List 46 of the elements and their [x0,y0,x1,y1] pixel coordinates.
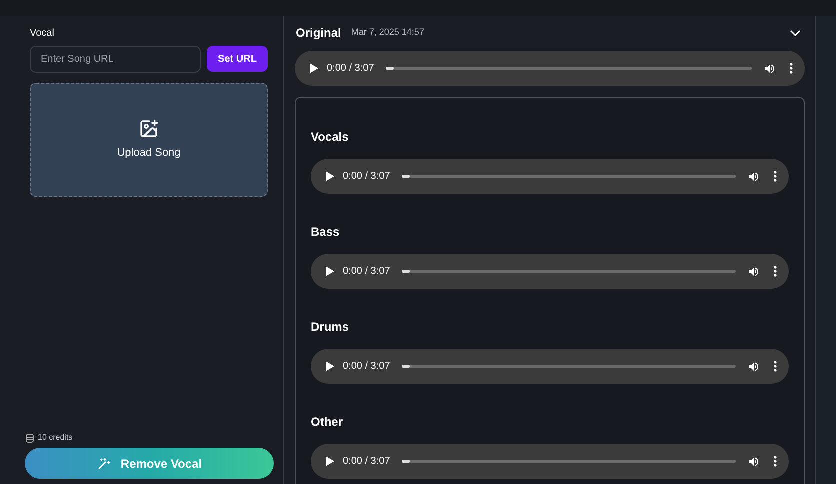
volume-icon[interactable] [748,456,760,468]
url-input-field[interactable]: Enter Song URL [30,46,201,73]
audio-player[interactable]: 0:00 / 3:07 [311,349,789,384]
magic-wand-icon [96,456,111,470]
image-plus-icon [139,118,159,139]
volume-icon[interactable] [764,62,776,74]
date-text: Mar 7, 2025 14:57 [351,26,424,40]
time-display: 0:00 / 3:07 [327,62,374,76]
play-icon[interactable] [309,63,319,74]
volume-icon[interactable] [748,170,760,182]
time-display: 0:00 / 3:07 [343,455,390,469]
audio-player[interactable]: 0:00 / 3:07 [295,51,805,86]
audio-player[interactable]: 0:00 / 3:07 [311,159,789,194]
set-url-button[interactable]: Set URL [207,46,268,72]
chevron-icon[interactable] [790,30,801,36]
more-icon[interactable] [774,266,777,277]
time-display: 0:00 / 3:07 [343,170,390,184]
progress-track[interactable] [386,67,752,70]
more-icon[interactable] [774,171,777,182]
volume-icon[interactable] [748,266,760,278]
upload-label: Upload Song [117,146,181,161]
stem-title: Vocals [311,129,350,144]
database-icon [26,434,34,442]
time-display: 0:00 / 3:07 [343,360,390,374]
volume-icon[interactable] [748,360,760,372]
progress-track[interactable] [402,460,736,463]
play-icon[interactable] [325,456,335,467]
more-icon[interactable] [774,456,777,467]
upload-dropzone[interactable]: Upload Song [30,83,268,197]
original-title: Original [296,25,342,42]
play-icon[interactable] [325,266,335,277]
play-icon[interactable] [325,171,335,182]
credits-text: 10 credits [38,432,73,444]
more-icon[interactable] [790,63,793,74]
play-icon[interactable] [325,361,335,372]
section-label: Vocal [30,27,56,41]
time-display: 0:00 / 3:07 [343,265,390,279]
progress-track[interactable] [402,365,736,368]
audio-player[interactable]: 0:00 / 3:07 [311,254,789,289]
stem-title: Other [311,414,344,429]
progress-track[interactable] [402,175,736,178]
stem-title: Bass [311,224,341,239]
stem-title: Drums [311,319,350,334]
audio-player[interactable]: 0:00 / 3:07 [311,444,789,479]
progress-track[interactable] [402,270,736,273]
more-icon[interactable] [774,361,777,372]
